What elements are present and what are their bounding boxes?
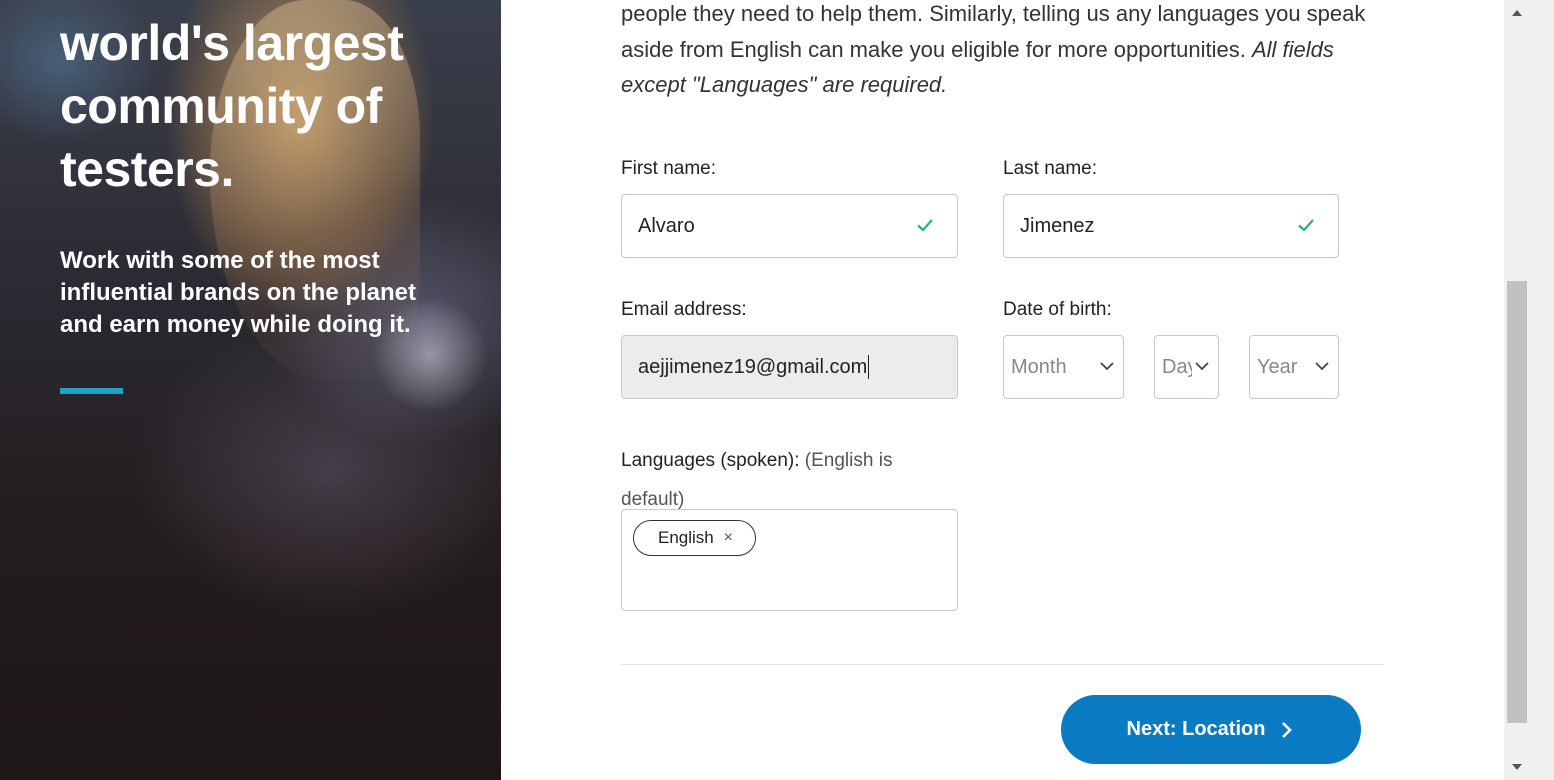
next-button-label: Next: Location: [1126, 718, 1266, 740]
valid-check-icon: [917, 219, 933, 232]
dob-day-placeholder: Day: [1162, 355, 1192, 378]
signup-form: people they need to help them. Similarly…: [501, 0, 1504, 780]
scroll-down-arrow-icon[interactable]: [1510, 760, 1524, 774]
dob-year-select[interactable]: Year: [1249, 335, 1339, 399]
last-name-value: Jimenez: [1020, 214, 1095, 237]
dob-label: Date of birth:: [1003, 299, 1112, 320]
chevron-down-icon: [1195, 362, 1209, 371]
language-tag-english: English ×: [633, 520, 756, 556]
email-value: aejjimenez19@gmail.com: [638, 355, 868, 378]
chevron-down-icon: [1100, 362, 1114, 371]
languages-label-text: Languages (spoken):: [621, 450, 800, 471]
dob-month-placeholder: Month: [1011, 355, 1067, 378]
last-name-field[interactable]: Jimenez: [1003, 194, 1339, 258]
hero-accent-rule: [60, 388, 123, 394]
hero-headline: world's largest community of testers.: [60, 15, 404, 197]
hero-subheadline: Work with some of the most influential b…: [60, 247, 417, 338]
remove-tag-icon[interactable]: ×: [724, 529, 733, 547]
valid-check-icon: [1298, 219, 1314, 232]
dob-day-select[interactable]: Day: [1154, 335, 1219, 399]
chevron-right-icon: [1282, 721, 1293, 738]
languages-input[interactable]: English ×: [621, 509, 958, 611]
first-name-value: Alvaro: [638, 214, 695, 237]
signup-page: world's largest community of testers. Wo…: [0, 0, 1554, 780]
first-name-label: First name:: [621, 158, 717, 179]
hero-panel: world's largest community of testers. Wo…: [0, 0, 501, 780]
dob-month-select[interactable]: Month: [1003, 335, 1124, 399]
email-label: Email address:: [621, 299, 747, 320]
intro-text: people they need to help them. Similarly…: [621, 0, 1381, 103]
languages-label: Languages (spoken): (English is default): [621, 441, 941, 519]
scrollbar-thumb[interactable]: [1507, 281, 1527, 723]
first-name-field[interactable]: Alvaro: [621, 194, 958, 258]
scroll-up-arrow-icon[interactable]: [1510, 6, 1524, 20]
last-name-label: Last name:: [1003, 158, 1097, 179]
dob-year-placeholder: Year: [1257, 355, 1298, 378]
form-divider: [621, 664, 1384, 665]
text-caret: [868, 355, 870, 379]
chevron-down-icon: [1315, 362, 1329, 371]
next-location-button[interactable]: Next: Location: [1061, 695, 1361, 764]
language-tag-label: English: [658, 528, 714, 547]
email-field[interactable]: aejjimenez19@gmail.com: [621, 335, 958, 399]
